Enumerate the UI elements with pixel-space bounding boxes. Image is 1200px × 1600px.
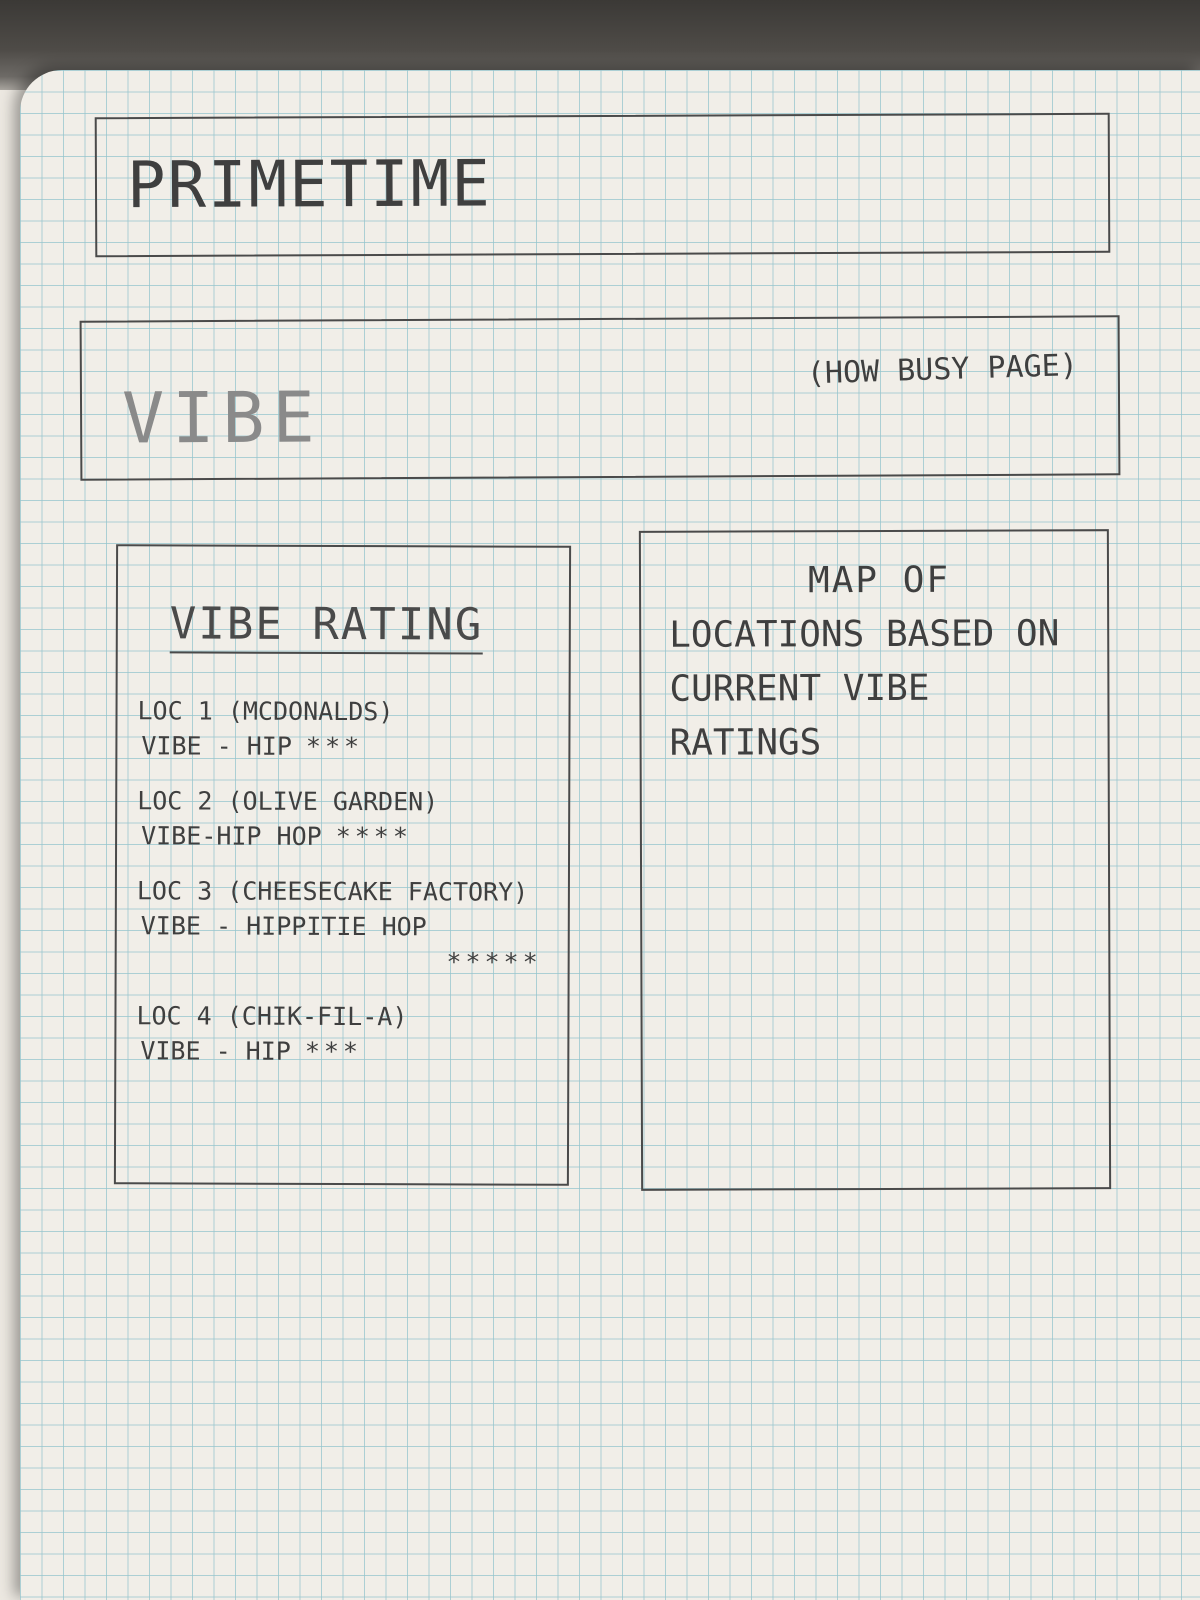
list-item[interactable]: LOC 4 (CHIK-FIL-A) VIBE - HIP ***: [136, 1001, 561, 1066]
star-rating: ****: [335, 821, 412, 852]
location-list: LOC 1 (MCDONALDS) VIBE - HIP *** LOC 2 (O…: [136, 696, 562, 1092]
map-panel[interactable]: MAP OF LOCATIONS BASED ON CURRENT VIBE R…: [638, 529, 1112, 1191]
location-vibe: VIBE - HIP ***: [140, 1036, 561, 1066]
location-vibe: VIBE - HIPPITIE HOP *****: [141, 911, 562, 976]
map-title: MAP OF: [807, 559, 951, 602]
vibe-rating-panel: VIBE RATING LOC 1 (MCDONALDS) VIBE - HIP…: [113, 544, 572, 1186]
vibe-banner[interactable]: VIBE (HOW BUSY PAGE): [79, 315, 1121, 481]
app-title: PRIMETIME: [126, 147, 492, 224]
location-name: LOC 3 (CHEESECAKE FACTORY): [136, 876, 529, 907]
star-rating: *****: [446, 947, 542, 977]
vibe-type: VIBE-HIP HOP: [141, 821, 322, 851]
vibe-type: VIBE - HIP: [141, 731, 292, 761]
location-name: LOC 1 (MCDONALDS): [137, 696, 394, 727]
location-name: LOC 2 (OLIVE GARDEN): [137, 786, 439, 817]
vibe-rating-heading: VIBE RATING: [169, 598, 483, 655]
list-item[interactable]: LOC 2 (OLIVE GARDEN) VIBE-HIP HOP ****: [137, 786, 562, 851]
vibe-label: VIBE: [121, 376, 323, 460]
vibe-type: VIBE - HIP: [140, 1036, 291, 1066]
star-rating: ***: [305, 731, 364, 762]
header-bar: PRIMETIME: [94, 112, 1111, 258]
list-item[interactable]: LOC 3 (CHEESECAKE FACTORY) VIBE - HIPPIT…: [137, 876, 562, 976]
list-item[interactable]: LOC 1 (MCDONALDS) VIBE - HIP ***: [137, 696, 562, 761]
location-vibe: VIBE - HIP ***: [141, 731, 562, 761]
location-vibe: VIBE-HIP HOP ****: [141, 821, 562, 851]
star-rating: ***: [304, 1036, 363, 1067]
map-placeholder-text: MAP OF LOCATIONS BASED ON CURRENT VIBE R…: [669, 553, 1090, 770]
map-description: LOCATIONS BASED ON CURRENT VIBE RATINGS: [669, 613, 1060, 764]
vibe-type: VIBE - HIPPITIE HOP: [140, 911, 427, 942]
location-name: LOC 4 (CHIK-FIL-A): [136, 1001, 408, 1032]
vibe-note: (HOW BUSY PAGE): [806, 347, 1079, 392]
